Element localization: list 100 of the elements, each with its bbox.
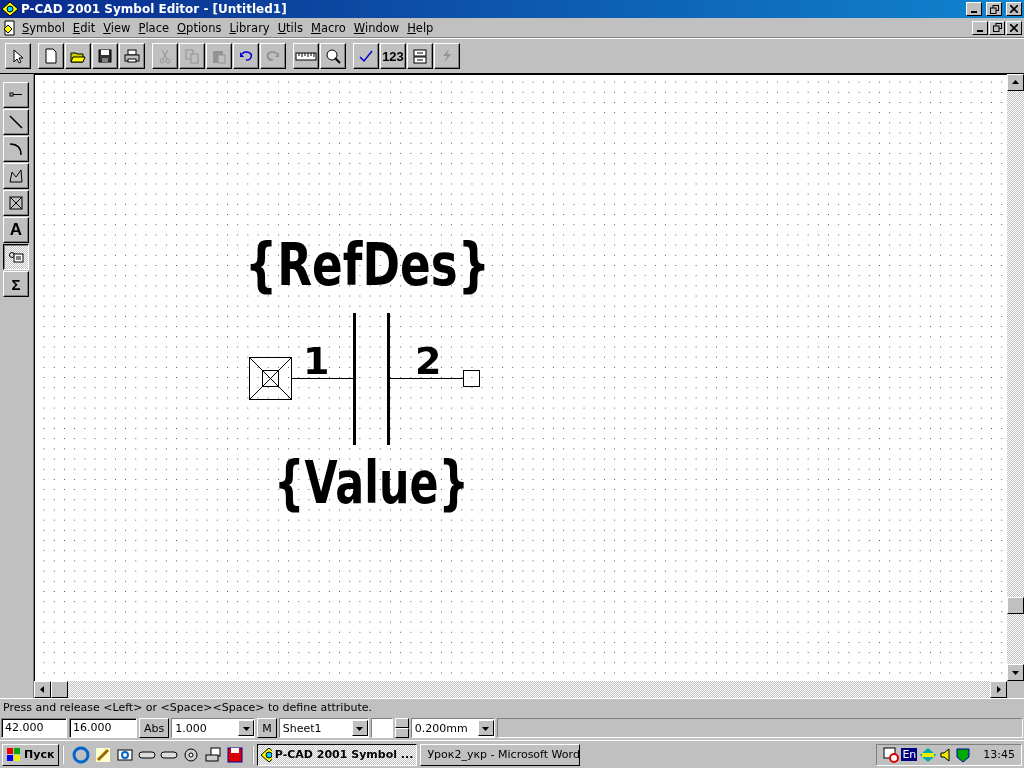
arrow-down-icon: [356, 724, 364, 732]
minimize-icon: [977, 29, 983, 32]
magnifier-icon: [325, 48, 341, 64]
pointer-icon: [10, 48, 26, 64]
menu-item[interactable]: Options: [173, 20, 226, 35]
computer-icon[interactable]: [204, 745, 223, 764]
wizard-tool-button[interactable]: [407, 43, 433, 69]
document-restore-button[interactable]: [989, 20, 1005, 35]
m-button[interactable]: M: [257, 718, 277, 738]
scroll-thumb[interactable]: [1007, 597, 1024, 614]
window-restore-button[interactable]: [986, 2, 1002, 16]
window-close-button[interactable]: [1006, 2, 1022, 16]
y-coordinate-field[interactable]: 16.000: [69, 718, 137, 738]
menu-item[interactable]: Help: [403, 20, 438, 35]
scroll-right-button[interactable]: [990, 681, 1007, 698]
shield-icon[interactable]: [955, 746, 972, 763]
pin-number: 2: [415, 339, 442, 383]
check-tool-button[interactable]: [353, 43, 379, 69]
print-tool-button[interactable]: [119, 43, 145, 69]
browser-icon[interactable]: [72, 745, 91, 764]
line-tool-button[interactable]: [3, 109, 29, 135]
copy-icon: [184, 48, 200, 64]
x-coordinate-field[interactable]: 42.000: [1, 718, 67, 738]
pin-number: 1: [303, 339, 330, 383]
arrow-down-icon: [482, 724, 490, 732]
ref-point-tool-button[interactable]: [3, 190, 29, 216]
text-tool-button[interactable]: A: [3, 217, 29, 243]
spinner[interactable]: [394, 718, 409, 738]
scroll-down-button[interactable]: [1007, 664, 1024, 681]
undo-tool-button[interactable]: [233, 43, 259, 69]
save-tool-button[interactable]: [92, 43, 118, 69]
redo-arrow-icon: [265, 48, 281, 64]
close-icon: [1010, 5, 1018, 13]
select-tool-button[interactable]: [5, 43, 31, 69]
horizontal-scrollbar[interactable]: [34, 681, 1024, 698]
arc-icon: [8, 141, 24, 157]
menu-item[interactable]: Window: [349, 20, 404, 35]
color-swatch[interactable]: [370, 718, 393, 738]
document-close-button[interactable]: [1006, 20, 1022, 35]
arc-tool-button[interactable]: [3, 136, 29, 162]
arrow-left-icon: [39, 686, 46, 693]
attribute-tool-button[interactable]: [3, 244, 29, 270]
line-width-dropdown[interactable]: 0.200mm: [410, 718, 495, 738]
scroll-up-button[interactable]: [1007, 74, 1024, 91]
crossed-square-icon: [8, 195, 24, 211]
printer-icon: [124, 48, 140, 64]
menu-item[interactable]: View: [99, 20, 135, 35]
refdes-attribute: {RefDes}: [245, 231, 559, 299]
layer-dropdown[interactable]: Sheet1: [278, 718, 369, 738]
number-tool-button[interactable]: 123: [380, 43, 406, 69]
pencil-icon[interactable]: [94, 745, 113, 764]
polygon-icon: [8, 168, 24, 184]
arrow-right-icon: [995, 686, 1002, 693]
ieee-tool-button[interactable]: Σ: [3, 271, 29, 297]
cd-icon[interactable]: [182, 745, 201, 764]
menu-item[interactable]: Macro: [307, 20, 350, 35]
window-title: P-CAD 2001 Symbol Editor - [Untitled1]: [21, 2, 288, 16]
window-minimize-button[interactable]: [966, 2, 982, 16]
status-message: Press and release <Left> or <Space><Space> to define attribute.: [3, 701, 372, 714]
open-tool-button[interactable]: [65, 43, 91, 69]
restore-icon: [989, 4, 999, 14]
new-document-icon: [43, 48, 59, 64]
abs-button[interactable]: Abs: [139, 718, 170, 738]
undo-arrow-icon: [238, 48, 254, 64]
start-button[interactable]: Пуск: [2, 743, 60, 766]
app-logo-icon: [2, 2, 18, 16]
language-indicator[interactable]: En: [901, 748, 918, 761]
menu-item[interactable]: Utils: [273, 20, 307, 35]
grid-dropdown[interactable]: 1.000: [171, 718, 256, 738]
scheduler-icon[interactable]: [883, 746, 900, 763]
line-icon: [8, 114, 24, 130]
clipboard-icon: [211, 48, 227, 64]
scroll-left-button[interactable]: [34, 681, 51, 698]
menu-item[interactable]: Edit: [68, 20, 100, 35]
pin-tool-button[interactable]: [3, 82, 29, 108]
polygon-tool-button[interactable]: [3, 163, 29, 189]
vertical-scrollbar[interactable]: [1007, 74, 1024, 681]
zoom-tool-button[interactable]: [320, 43, 346, 69]
app-logo-icon: [261, 747, 272, 762]
menu-item[interactable]: Symbol: [18, 20, 69, 35]
new-tool-button[interactable]: [38, 43, 64, 69]
drawing-canvas[interactable]: {RefDes} 1 2 {Value}: [34, 74, 1007, 681]
taskbar-task[interactable]: P-CAD 2001 Symbol ...: [257, 743, 418, 766]
measure-tool-button[interactable]: [293, 43, 319, 69]
taskbar-task[interactable]: Урок2_укр - Microsoft Word: [420, 743, 581, 766]
arrow-up-icon: [1012, 79, 1019, 86]
document-icon: [2, 19, 18, 36]
scroll-thumb[interactable]: [51, 681, 68, 698]
close-icon: [1010, 23, 1018, 32]
arrow-down-icon: [1012, 669, 1019, 676]
windows-logo-icon: [7, 748, 21, 761]
menu-item[interactable]: Place: [134, 20, 174, 35]
document-minimize-button[interactable]: [972, 20, 988, 35]
form-stack-icon: [412, 48, 428, 64]
menu-item[interactable]: Library: [225, 20, 274, 35]
clock: 13:45: [983, 748, 1015, 761]
minimize-icon: [971, 11, 977, 13]
restore-icon: [992, 23, 1002, 32]
value-attribute: {Value}: [274, 449, 538, 517]
checkmark-icon: [358, 48, 374, 64]
